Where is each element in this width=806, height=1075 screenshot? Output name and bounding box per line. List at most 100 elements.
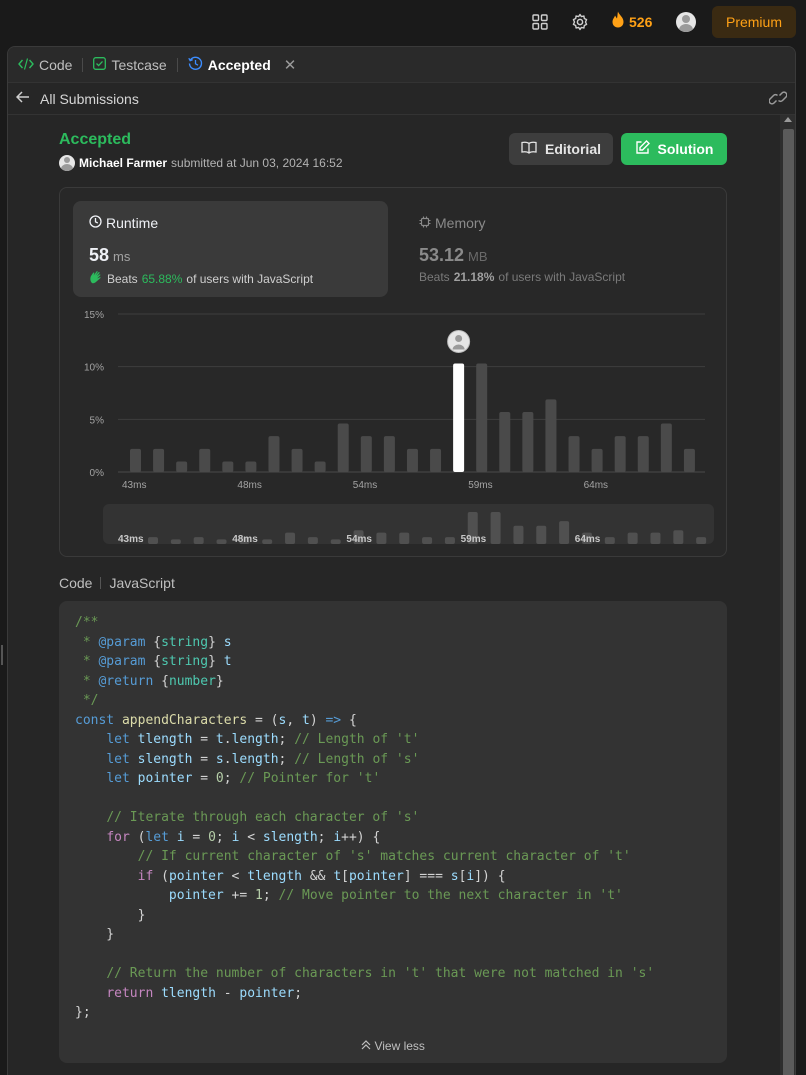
top-bar: 526 Premium bbox=[0, 0, 806, 44]
overview-bar bbox=[376, 532, 387, 544]
overview-bar bbox=[627, 532, 638, 544]
memory-title: Memory bbox=[419, 215, 486, 231]
memory-beats-pct: 21.18% bbox=[453, 270, 495, 284]
runtime-beats-prefix: Beats bbox=[107, 271, 138, 286]
runtime-beats-suffix: of users with JavaScript bbox=[186, 271, 314, 286]
code-header-label: Code bbox=[59, 575, 93, 591]
chart-bar bbox=[291, 448, 303, 472]
memory-beats-prefix: Beats bbox=[419, 270, 450, 284]
editorial-label: Editorial bbox=[544, 141, 601, 157]
overview-bar bbox=[193, 537, 204, 544]
memory-title-label: Memory bbox=[435, 215, 486, 231]
tab-divider bbox=[82, 57, 84, 72]
overview-bar bbox=[650, 532, 661, 544]
memory-beats-suffix: of users with JavaScript bbox=[498, 270, 626, 284]
overview-bar bbox=[148, 537, 158, 544]
code-block[interactable]: /** * @param {string} s * @param {string… bbox=[59, 601, 727, 1063]
view-less-button[interactable]: View less bbox=[59, 1039, 727, 1053]
submitted-time: submitted at Jun 03, 2024 16:52 bbox=[171, 156, 343, 170]
runtime-distribution-chart[interactable]: 15% 10% 5% 0% 43ms 48ms 54ms 59ms 64ms 43ms 48ms 54… bbox=[60, 304, 728, 554]
x-tick-label: 54ms bbox=[353, 480, 377, 491]
memory-unit: MB bbox=[468, 249, 488, 264]
divider bbox=[100, 577, 102, 589]
edit-icon bbox=[635, 140, 650, 158]
code-content: /** * @param {string} s * @param {string… bbox=[75, 615, 655, 1020]
memory-value: 53.12 MB bbox=[419, 245, 488, 266]
highlighted-bar bbox=[453, 363, 465, 472]
chip-icon bbox=[419, 215, 431, 231]
book-icon bbox=[521, 141, 537, 157]
chart-bar bbox=[476, 363, 488, 472]
overview-bar bbox=[170, 539, 181, 544]
chart-bar bbox=[314, 461, 326, 472]
overview-bar bbox=[399, 532, 410, 544]
tab-testcase-label: Testcase bbox=[111, 56, 167, 73]
overview-bar bbox=[307, 537, 318, 544]
avatar-marker-head bbox=[455, 335, 463, 343]
runtime-unit: ms bbox=[113, 249, 131, 264]
grid-icon[interactable] bbox=[532, 0, 548, 44]
y-tick-label: 5% bbox=[90, 415, 105, 426]
avatar bbox=[676, 12, 696, 32]
runtime-value: 58 ms bbox=[89, 245, 130, 266]
tab-accepted[interactable]: Accepted ✕ bbox=[187, 56, 297, 74]
x-tick-label: 48ms bbox=[237, 480, 261, 491]
arrow-left-icon[interactable] bbox=[15, 90, 30, 108]
runtime-beats: Beats 65.88% of users with JavaScript bbox=[89, 270, 313, 287]
user-avatar[interactable] bbox=[676, 0, 696, 44]
chart-bar bbox=[660, 423, 672, 472]
submission-content: Accepted Michael Farmer submitted at Jun… bbox=[8, 115, 780, 1075]
overview-tick-label: 59ms bbox=[461, 534, 487, 545]
runtime-card[interactable]: Runtime 58 ms Beats 65.88% of users with… bbox=[73, 201, 388, 297]
premium-button[interactable]: Premium bbox=[712, 6, 796, 38]
all-submissions-link[interactable]: All Submissions bbox=[40, 91, 139, 107]
chart-bar bbox=[545, 399, 557, 472]
chart-bar bbox=[499, 411, 511, 472]
streak-counter[interactable]: 526 bbox=[611, 0, 652, 44]
scroll-up-arrow[interactable] bbox=[784, 117, 792, 122]
code-language: JavaScript bbox=[109, 575, 175, 591]
gear-icon[interactable] bbox=[571, 0, 589, 44]
editorial-button[interactable]: Editorial bbox=[509, 133, 613, 165]
overview-bar bbox=[216, 539, 227, 544]
memory-number: 53.12 bbox=[419, 245, 465, 265]
close-icon[interactable]: ✕ bbox=[284, 56, 297, 74]
chart-bar bbox=[430, 448, 442, 472]
overview-bar bbox=[604, 537, 615, 544]
overview-bar bbox=[696, 537, 707, 544]
chart-bar bbox=[268, 436, 280, 472]
chart-bar bbox=[222, 461, 234, 472]
code-header: Code JavaScript bbox=[59, 575, 175, 591]
chart-bar bbox=[683, 448, 695, 472]
wave-hand-icon bbox=[89, 270, 103, 287]
chart-bar bbox=[337, 423, 349, 472]
history-icon bbox=[187, 56, 203, 74]
solution-button[interactable]: Solution bbox=[621, 133, 727, 165]
submission-panel: Code Testcase Accepted ✕ All Submissions… bbox=[7, 46, 796, 1075]
submitter-name[interactable]: Michael Farmer bbox=[79, 156, 167, 170]
overview-bar bbox=[422, 537, 433, 544]
chart-bar bbox=[130, 448, 141, 472]
link-icon[interactable] bbox=[768, 91, 788, 108]
scrollbar[interactable] bbox=[780, 115, 795, 1075]
memory-beats: Beats 21.18% of users with JavaScript bbox=[419, 270, 625, 284]
scrollbar-thumb[interactable] bbox=[783, 129, 794, 1075]
solution-label: Solution bbox=[657, 141, 714, 157]
tab-code[interactable]: Code bbox=[18, 57, 72, 73]
overview-bar bbox=[559, 521, 570, 544]
chart-bar bbox=[591, 448, 603, 472]
overview-bar bbox=[536, 525, 547, 544]
overview-bar bbox=[513, 525, 524, 544]
resize-handle[interactable] bbox=[1, 645, 3, 665]
overview-tick-label: 48ms bbox=[232, 534, 258, 545]
overview-bar bbox=[673, 530, 684, 544]
memory-card[interactable]: Memory 53.12 MB Beats 21.18% of users wi… bbox=[403, 201, 718, 297]
runtime-beats-pct: 65.88% bbox=[141, 271, 183, 286]
overview-tick-label: 43ms bbox=[118, 534, 144, 545]
chart-bar bbox=[568, 436, 580, 472]
avatar bbox=[59, 155, 75, 171]
fire-icon bbox=[611, 11, 625, 33]
overview-bar bbox=[444, 537, 455, 544]
tab-testcase[interactable]: Testcase bbox=[93, 56, 167, 73]
chart-bar bbox=[383, 436, 395, 472]
